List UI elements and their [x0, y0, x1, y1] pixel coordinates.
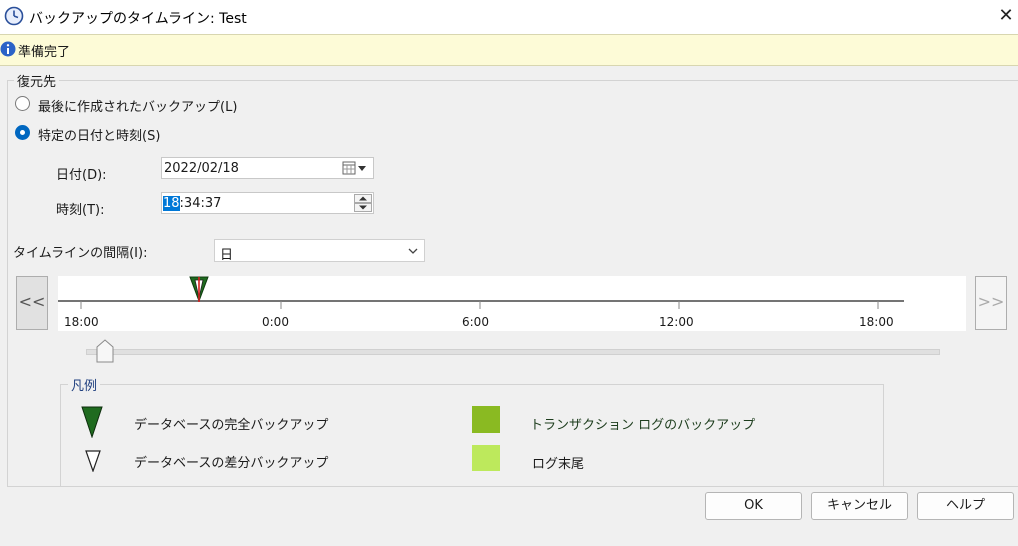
timeline-next-button[interactable]: >> [975, 276, 1007, 330]
clock-icon [4, 6, 24, 26]
status-bar: 準備完了 [0, 34, 1018, 66]
help-button[interactable]: ヘルプ [917, 492, 1014, 520]
full-backup-marker-icon[interactable] [189, 276, 209, 302]
slider-thumb[interactable] [96, 339, 114, 363]
info-icon [0, 41, 16, 57]
radio-specific-datetime[interactable] [15, 125, 30, 140]
time-label: 時刻(T): [56, 203, 105, 218]
close-icon[interactable]: ✕ [994, 4, 1018, 28]
date-value: 2022/02/18 [164, 161, 239, 176]
tick-label: 12:00 [659, 315, 694, 329]
status-text: 準備完了 [18, 45, 71, 60]
ok-button[interactable]: OK [705, 492, 802, 520]
date-label: 日付(D): [56, 168, 107, 183]
log-tail-swatch [472, 445, 500, 471]
legend-title: 凡例 [68, 375, 101, 394]
chevron-down-icon [408, 248, 418, 254]
timeline-interval-label: タイムラインの間隔(I): [13, 246, 148, 261]
tick-label: 6:00 [462, 315, 489, 329]
log-backup-swatch [472, 406, 500, 433]
timeline-interval-select[interactable]: 日 [214, 239, 425, 263]
legend-log-tail: ログ末尾 [532, 457, 585, 472]
legend-full-backup: データベースの完全バックアップ [134, 418, 329, 433]
title-bar: バックアップのタイムライン: Test ✕ [0, 0, 1018, 34]
diff-backup-icon [85, 450, 101, 472]
radio-specific-datetime-label[interactable]: 特定の日付と時刻(S) [38, 125, 160, 144]
legend-diff-backup: データベースの差分バックアップ [134, 456, 329, 471]
calendar-dropdown-icon[interactable] [342, 161, 370, 176]
time-value: 18:34:37 [163, 196, 221, 211]
time-spinner-icon[interactable] [354, 194, 372, 212]
radio-last-backup-label[interactable]: 最後に作成されたバックアップ(L) [38, 96, 237, 115]
radio-last-backup[interactable] [15, 96, 30, 111]
timeline-area[interactable]: 18:00 0:00 6:00 12:00 18:00 [58, 276, 966, 331]
full-backup-icon [81, 406, 103, 438]
restore-group-label: 復元先 [14, 71, 60, 90]
timeline-interval-value: 日 [220, 248, 234, 263]
timeline-prev-button[interactable]: << [16, 276, 48, 330]
window-title: バックアップのタイムライン: Test [29, 11, 247, 27]
date-picker[interactable]: 2022/02/18 [161, 157, 374, 179]
timeline-slider-track[interactable] [86, 349, 940, 355]
legend-log-backup: トランザクション ログのバックアップ [530, 418, 756, 433]
time-input[interactable]: 18:34:37 [161, 192, 374, 214]
time-hour-selected: 18 [163, 196, 180, 211]
tick-label: 0:00 [262, 315, 289, 329]
tick-label: 18:00 [859, 315, 894, 329]
time-rest: :34:37 [179, 196, 222, 211]
cancel-button[interactable]: キャンセル [811, 492, 908, 520]
tick-label: 18:00 [64, 315, 99, 329]
